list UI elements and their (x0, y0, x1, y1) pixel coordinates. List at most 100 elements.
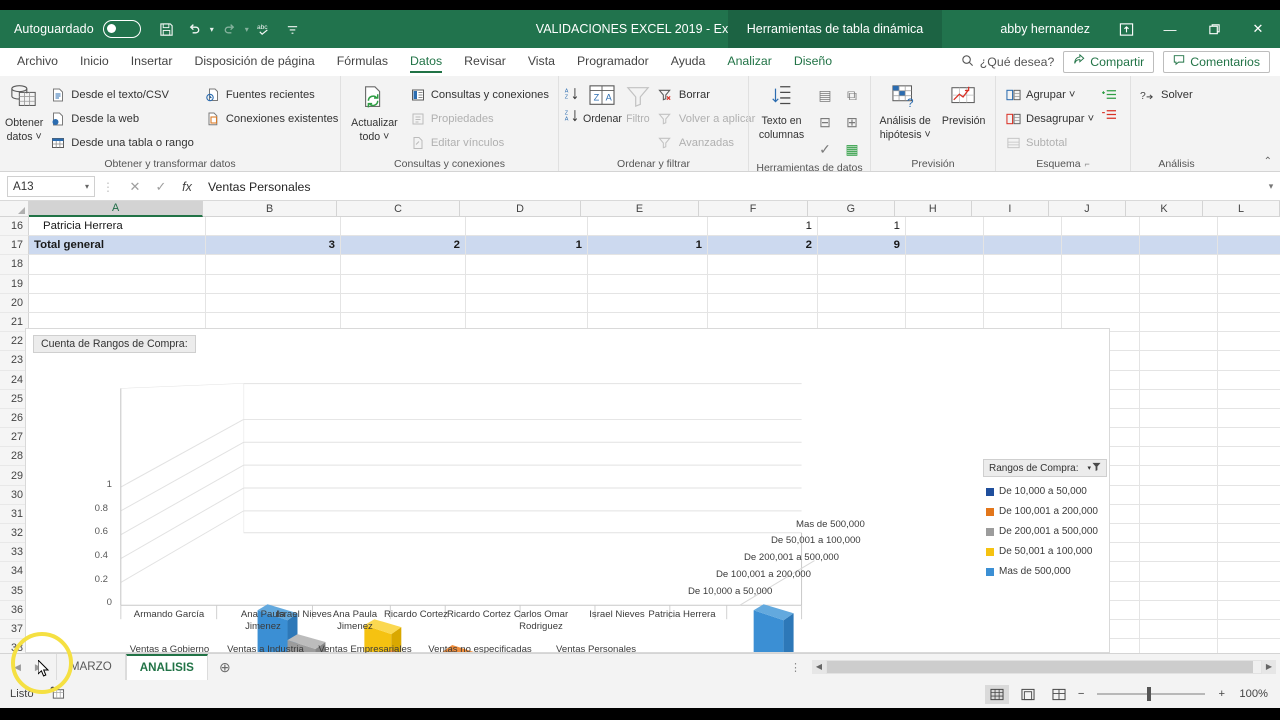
grid-cell[interactable]: Patricia Herrera (29, 217, 206, 237)
comments-button[interactable]: Comentarios (1163, 51, 1270, 73)
grid-cell[interactable] (818, 274, 906, 294)
chevron-down-icon[interactable]: ▾ (1087, 464, 1091, 472)
grid-cell[interactable] (1140, 217, 1218, 237)
grid-cell[interactable] (206, 293, 341, 313)
fuentes-recientes-button[interactable]: Fuentes recientes (201, 84, 343, 106)
grid-cell[interactable] (708, 293, 818, 313)
tab-datos[interactable]: Datos (399, 51, 453, 73)
horizontal-scrollbar-track[interactable] (826, 660, 1262, 674)
grid-cell[interactable] (1140, 255, 1218, 275)
grid-cell[interactable] (906, 274, 984, 294)
customize-qat-icon[interactable] (280, 17, 305, 42)
grid-cell[interactable] (341, 293, 466, 313)
close-icon[interactable]: ✕ (1236, 10, 1280, 48)
tab-programador[interactable]: Programador (566, 51, 660, 73)
grid-cell[interactable] (466, 217, 588, 237)
actualizar-todo-button[interactable]: Actualizar todo ˅ (346, 82, 403, 144)
grid-cell[interactable] (466, 274, 588, 294)
grid-cell[interactable] (1140, 543, 1218, 563)
grid-cell[interactable] (1218, 294, 1280, 313)
grid-cell[interactable]: 1 (588, 236, 708, 256)
column-header-l[interactable]: L (1203, 201, 1280, 217)
row-header[interactable]: 20 (0, 293, 29, 313)
column-header-k[interactable]: K (1125, 201, 1203, 217)
column-header-g[interactable]: G (807, 201, 895, 217)
grid-cell[interactable] (906, 255, 984, 275)
tab-diseno[interactable]: Diseño (783, 51, 843, 73)
dialog-launcher-icon[interactable]: ⌐ (1085, 159, 1090, 169)
share-button[interactable]: Compartir (1063, 51, 1155, 73)
table-row[interactable]: 20 (0, 293, 1280, 313)
tab-ayuda[interactable]: Ayuda (660, 51, 717, 73)
grid-cell[interactable] (1218, 524, 1280, 544)
formula-input[interactable] (200, 176, 1262, 197)
row-header[interactable]: 17 (0, 236, 29, 256)
grid-cell[interactable] (906, 217, 984, 237)
tab-analizar[interactable]: Analizar (716, 51, 782, 73)
filter-icon[interactable] (1092, 462, 1101, 474)
grid-cell[interactable] (1218, 486, 1280, 505)
grid-cell[interactable] (1140, 274, 1218, 294)
minimize-icon[interactable]: — (1148, 10, 1192, 48)
legend-filter-controls[interactable]: ▾ (1087, 462, 1101, 474)
column-header-b[interactable]: B (203, 201, 337, 217)
relationships-icon[interactable]: ✓ (812, 136, 838, 162)
grid-cell[interactable] (29, 293, 206, 313)
texto-en-columnas-button[interactable]: Texto en columnas (754, 82, 809, 142)
chart-legend[interactable]: Rangos de Compra: ▾ De 10,000 a 50,000 D… (983, 459, 1107, 577)
grid-cell[interactable] (1218, 582, 1280, 601)
spelling-icon[interactable]: abc (252, 17, 277, 42)
grid-cell[interactable] (1140, 312, 1218, 333)
row-header[interactable]: 16 (0, 217, 29, 237)
column-header-j[interactable]: J (1048, 201, 1126, 217)
tab-insertar[interactable]: Insertar (120, 51, 184, 73)
grid-cell[interactable] (588, 293, 708, 313)
tell-me-box[interactable]: ¿Qué desea? (961, 54, 1054, 70)
zoom-in-button[interactable]: + (1218, 688, 1225, 700)
grid-cell[interactable]: 3 (206, 236, 341, 256)
grid-cell[interactable] (1140, 466, 1218, 486)
table-row[interactable]: 16 Patricia Herrera 1 1 (0, 217, 1280, 237)
grid-cell[interactable] (1218, 543, 1280, 563)
solver-button[interactable]: ? Solver (1136, 84, 1197, 106)
grid-cell[interactable] (984, 274, 1062, 294)
grid-cell[interactable]: 2 (341, 236, 466, 256)
page-break-view-icon[interactable] (1047, 685, 1071, 704)
data-validation-icon[interactable]: ⊟ (812, 109, 838, 135)
table-row[interactable]: 18 (0, 255, 1280, 275)
zoom-level-label[interactable]: 100% (1232, 688, 1268, 700)
grid-cell[interactable] (984, 255, 1062, 275)
insert-function-icon[interactable]: fx (174, 180, 200, 194)
borrar-button[interactable]: Borrar (654, 84, 760, 106)
grid-cell[interactable] (1218, 390, 1280, 409)
grid-cell[interactable] (1140, 639, 1218, 653)
consolidate-icon[interactable]: ⊞ (839, 109, 865, 135)
tab-revisar[interactable]: Revisar (453, 51, 517, 73)
grid-cell[interactable]: 1 (818, 217, 906, 237)
cancel-entry-icon[interactable]: ✕ (122, 179, 148, 195)
tab-inicio[interactable]: Inicio (69, 51, 120, 73)
scroll-right-icon[interactable]: ▶ (1262, 660, 1276, 674)
grid-cell[interactable] (1218, 562, 1280, 582)
confirm-entry-icon[interactable]: ✓ (148, 179, 174, 195)
zoom-slider-thumb[interactable] (1147, 687, 1152, 701)
grid-cell[interactable] (1140, 562, 1218, 582)
grid-cell[interactable] (1140, 600, 1218, 620)
grid-cell[interactable] (1218, 620, 1280, 640)
grid-cell[interactable] (1218, 409, 1280, 429)
desde-texto-csv-button[interactable]: Desde el texto/CSV (46, 84, 198, 106)
page-layout-view-icon[interactable] (1016, 685, 1040, 704)
desde-tabla-rango-button[interactable]: Desde una tabla o rango (46, 132, 198, 154)
grid-cell[interactable] (1218, 447, 1280, 467)
grid-cell[interactable] (906, 293, 984, 313)
grid-cell[interactable] (588, 217, 708, 237)
grid-cell[interactable] (1140, 428, 1218, 448)
grid-cell[interactable] (206, 255, 341, 275)
grid-cell[interactable] (1140, 236, 1218, 256)
grid-cell[interactable] (29, 274, 206, 294)
grid-cell[interactable] (984, 236, 1062, 256)
obtener-datos-button[interactable]: Obtener datos ˅ (5, 82, 43, 144)
consultas-y-conexiones-button[interactable]: Consultas y conexiones (406, 84, 553, 106)
grid-cell[interactable] (1062, 236, 1140, 256)
ribbon-display-options-icon[interactable] (1104, 10, 1148, 48)
